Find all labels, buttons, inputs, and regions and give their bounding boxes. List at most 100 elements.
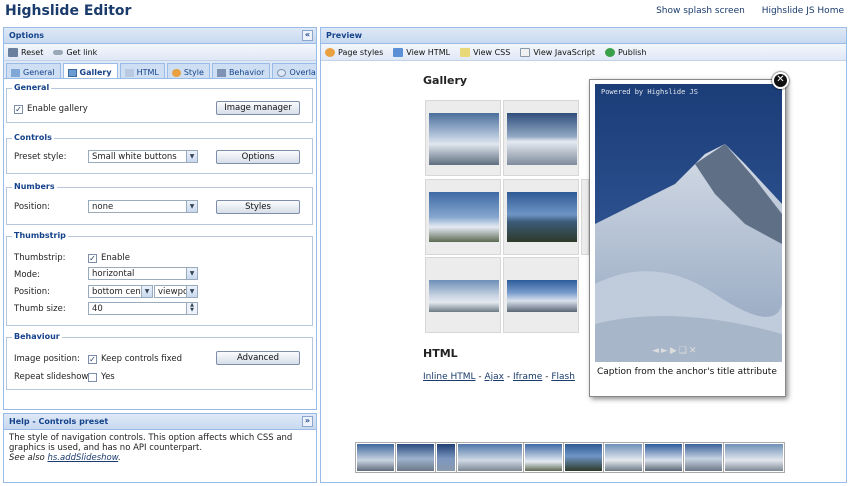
header-links: Show splash screen Highslide JS Home	[642, 6, 844, 16]
tab-general[interactable]: General	[6, 63, 61, 78]
home-link[interactable]: Highslide JS Home	[762, 6, 844, 16]
thumb-size-stepper[interactable]: 40 ▲ ▼	[88, 302, 198, 315]
thumb-relative-select[interactable]: viewpo ▼	[154, 285, 198, 298]
collapse-help-button[interactable]: »	[302, 416, 313, 427]
tab-html[interactable]: HTML	[119, 63, 165, 78]
strip-thumb[interactable]	[643, 442, 684, 473]
options-tabs: General Gallery HTML Style Behavior Over…	[4, 61, 316, 79]
chevron-down-icon: ▼	[141, 286, 152, 297]
powered-by-label: Powered by Highslide JS	[601, 88, 698, 96]
keep-controls-checkbox[interactable]: ✓	[88, 354, 97, 364]
strip-thumb[interactable]	[456, 442, 524, 473]
gallery-thumb-6[interactable]	[503, 257, 579, 333]
thumbstrip-enable-label: Enable	[101, 253, 130, 263]
enable-gallery-label: Enable gallery	[27, 104, 88, 114]
spinner-arrows-icon[interactable]: ▲ ▼	[186, 303, 197, 314]
preset-style-row: Preset style:	[14, 152, 66, 162]
inline-html-link[interactable]: Inline HTML	[423, 372, 476, 382]
image-position-row: Image position:	[14, 354, 80, 364]
styles-button[interactable]: Styles	[216, 200, 300, 214]
thumb-position-select[interactable]: bottom cent ▼	[88, 285, 153, 298]
gallery-thumb-3[interactable]	[425, 179, 501, 255]
numbers-position-select[interactable]: none ▼	[88, 200, 198, 213]
see-also-label: See also	[9, 453, 48, 463]
help-panel-title: Help - Controls preset	[9, 417, 109, 426]
mode-select[interactable]: horizontal ▼	[88, 267, 198, 280]
options-panel-header: Options «	[4, 28, 316, 44]
chevron-down-icon: ▼	[186, 201, 197, 212]
general-icon	[11, 68, 20, 77]
strip-thumb[interactable]	[723, 442, 785, 473]
tab-gallery[interactable]: Gallery	[62, 63, 118, 78]
numbers-position-label: Position:	[14, 202, 50, 212]
tab-style[interactable]: Style	[166, 63, 210, 78]
iframe-link[interactable]: Iframe	[513, 372, 542, 382]
gallery-thumb-4[interactable]	[503, 179, 579, 255]
image-position-label: Image position:	[14, 354, 80, 364]
page-styles-button[interactable]: Page styles	[325, 47, 383, 57]
thumbnail-image	[429, 113, 499, 165]
splash-screen-link[interactable]: Show splash screen	[656, 6, 745, 16]
app-title: Highslide Editor	[5, 3, 132, 19]
preview-toolbar: Page styles View HTML View CSS View Java…	[321, 44, 846, 61]
help-body: The style of navigation controls. This o…	[9, 433, 293, 463]
ajax-link[interactable]: Ajax	[485, 372, 505, 382]
keep-controls-label: Keep controls fixed	[101, 354, 183, 364]
thumb-position-label: Position:	[14, 287, 50, 297]
get-link-button[interactable]: Get link	[53, 48, 97, 57]
enable-gallery-checkbox[interactable]: ✓	[14, 104, 23, 114]
view-html-button[interactable]: View HTML	[393, 47, 450, 57]
strip-thumb[interactable]	[563, 442, 604, 473]
strip-thumb[interactable]	[683, 442, 724, 473]
help-text: The style of navigation controls. This o…	[9, 433, 293, 453]
snow-mountain-image	[595, 84, 782, 362]
overlays-icon	[277, 68, 287, 77]
publish-button[interactable]: Publish	[604, 47, 647, 57]
strip-thumb[interactable]	[603, 442, 644, 473]
numbers-legend: Numbers	[12, 182, 57, 191]
advanced-button[interactable]: Advanced	[216, 351, 300, 365]
options-toolbar: Reset Get link	[4, 44, 316, 61]
thumbnail-image	[507, 192, 577, 242]
view-javascript-button[interactable]: View JavaScript	[520, 47, 595, 57]
gallery-thumb-2[interactable]	[503, 100, 579, 176]
repeat-yes-label: Yes	[101, 372, 115, 382]
options-button[interactable]: Options	[216, 150, 300, 164]
mode-row: Mode:	[14, 270, 40, 280]
view-css-button[interactable]: View CSS	[460, 47, 510, 57]
tab-behavior[interactable]: Behavior	[211, 63, 271, 78]
help-link[interactable]: hs.addSlideshow	[47, 453, 118, 463]
thumbstrip-enable-checkbox[interactable]: ✓	[88, 253, 97, 263]
gallery-thumb-1[interactable]	[425, 100, 501, 176]
collapse-options-button[interactable]: «	[302, 30, 313, 41]
css-icon	[460, 47, 471, 57]
reset-button[interactable]: Reset	[8, 47, 43, 57]
mode-label: Mode:	[14, 270, 41, 280]
flash-link[interactable]: Flash	[551, 372, 575, 382]
thumb-size-row: Thumb size:	[14, 304, 66, 314]
strip-thumb[interactable]	[523, 442, 564, 473]
strip-thumb[interactable]	[435, 442, 457, 473]
thumbnail-image	[429, 192, 499, 242]
gallery-title: Gallery	[423, 74, 468, 87]
help-panel-header: Help - Controls preset »	[4, 414, 316, 430]
repeat-yes-row: Yes	[88, 372, 115, 382]
general-legend: General	[12, 83, 52, 92]
image-popup[interactable]: Powered by Highslide JS ◄►▶❑✕ Caption fr…	[589, 79, 786, 397]
thumbstrip-legend: Thumbstrip	[12, 231, 68, 240]
strip-thumb[interactable]	[395, 442, 436, 473]
repeat-slideshow-row: Repeat slideshow:	[14, 372, 91, 382]
tab-overlays[interactable]: Overlays	[272, 63, 316, 78]
palette-icon	[325, 47, 335, 57]
close-icon[interactable]: ✕	[772, 72, 789, 89]
preview-panel-title: Preview	[326, 31, 363, 40]
preset-style-select[interactable]: Small white buttons ▼	[88, 150, 198, 163]
gallery-thumb-5[interactable]	[425, 257, 501, 333]
thumb-size-label: Thumb size:	[14, 304, 66, 314]
repeat-slideshow-checkbox[interactable]	[88, 372, 97, 382]
popup-image: Powered by Highslide JS ◄►▶❑✕	[595, 84, 782, 362]
strip-thumb[interactable]	[355, 442, 396, 473]
image-manager-button[interactable]: Image manager	[216, 101, 300, 115]
thumbstrip-enable-check-row: ✓ Enable	[88, 253, 130, 263]
slideshow-controls[interactable]: ◄►▶❑✕	[652, 346, 698, 356]
